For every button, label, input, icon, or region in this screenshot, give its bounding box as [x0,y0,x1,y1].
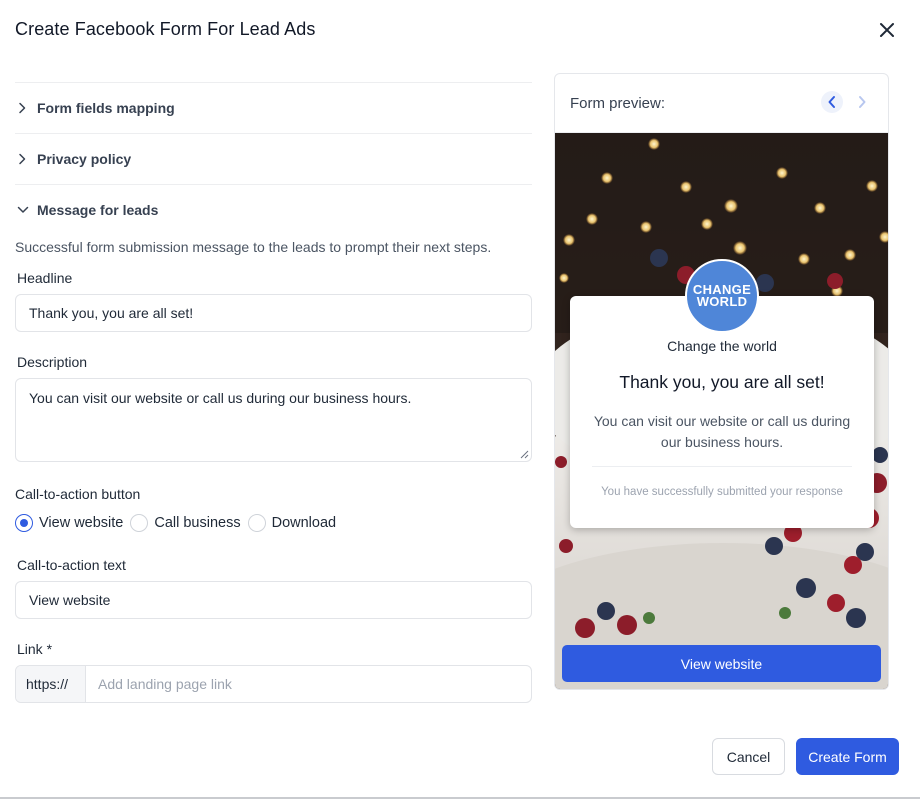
cta-text-label: Call-to-action text [17,557,126,573]
preview-footer-text: You have successfully submitted your res… [601,486,843,498]
cta-text-input[interactable]: View website [15,581,532,619]
accordion-form-fields-mapping[interactable]: Form fields mapping [15,82,532,133]
radio-label: Download [271,515,337,531]
modal-title: Create Facebook Form For Lead Ads [15,19,316,39]
headline-input[interactable]: Thank you, you are all set! [15,294,532,332]
preview-header: Form preview: [555,74,888,133]
close-button[interactable] [876,19,898,41]
accordion-label: Form fields mapping [37,100,175,116]
chevron-right-icon [859,96,866,108]
chevron-right-icon [17,101,37,115]
accordion-privacy-policy[interactable]: Privacy policy [15,133,532,184]
business-name: Change the world [667,338,777,354]
form-preview-panel: Form preview: CHANGE WORLD Change the wo… [554,73,889,690]
logo-text-line2: WORLD [696,294,748,309]
radio-label: Call business [154,515,241,531]
headline-label: Headline [17,270,73,286]
accordion-message-for-leads[interactable]: Message for leads [15,184,532,235]
radio-download[interactable]: Download [247,514,337,532]
create-form-modal: Create Facebook Form For Lead Ads Form f… [0,0,920,799]
chevron-left-icon [828,96,835,108]
cta-radio-group: View website Call business Download [15,513,532,533]
link-input-group: https:// Add landing page link [15,665,532,703]
description-value: You can visit our website or call us dur… [29,390,412,406]
radio-selected-indicator [15,514,33,532]
radio-label: View website [39,515,124,531]
link-prefix: https:// [16,666,86,702]
preview-prev-button[interactable] [821,91,843,113]
description-textarea[interactable]: You can visit our website or call us dur… [15,378,532,462]
create-form-button[interactable]: Create Form [796,738,899,775]
preview-cta-button[interactable]: View website [562,645,881,682]
radio-indicator [130,514,149,532]
business-logo: CHANGE WORLD [685,259,759,333]
preview-title: Form preview: [570,94,666,112]
card-divider [592,466,852,467]
description-label: Description [17,354,88,370]
cancel-button[interactable]: Cancel [712,738,785,775]
link-input[interactable]: Add landing page link [86,666,531,702]
preview-description: You can visit our website or call us dur… [593,413,851,450]
resize-handle-icon[interactable] [520,450,529,459]
cta-button-label: Call-to-action button [15,486,141,502]
radio-call-business[interactable]: Call business [130,514,241,532]
preview-next-button[interactable] [851,91,873,113]
chevron-down-icon [17,203,37,217]
form-settings-panel: Form fields mapping Privacy policy Messa… [15,82,532,703]
radio-view-website[interactable]: View website [15,514,123,532]
close-icon [880,23,894,37]
accordion-label: Message for leads [37,202,159,218]
preview-headline: Thank you, you are all set! [619,372,825,392]
chevron-right-icon [17,152,37,166]
accordion-label: Privacy policy [37,151,132,167]
link-label: Link * [17,641,53,657]
radio-indicator [247,514,266,532]
message-helper-text: Successful form submission message to th… [15,239,492,255]
